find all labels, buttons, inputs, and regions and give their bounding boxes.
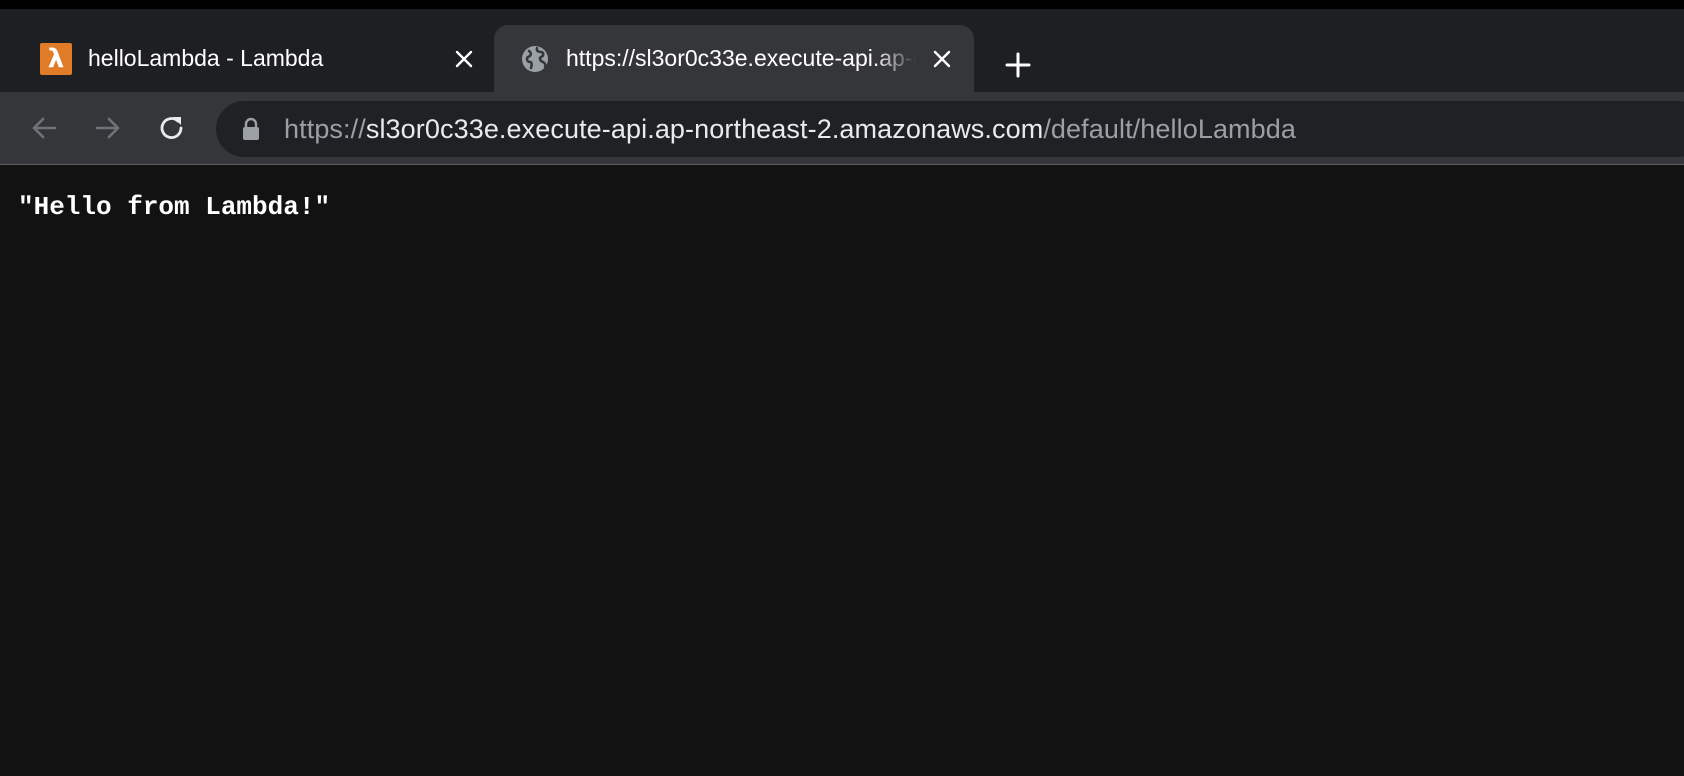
url-scheme: https://	[284, 113, 366, 144]
tab-title: helloLambda - Lambda	[88, 45, 324, 71]
browser-window: λ helloLambda - Lambda https://sl3or0c33…	[0, 0, 1684, 776]
forward-button[interactable]	[90, 110, 126, 146]
close-tab-button[interactable]	[450, 45, 478, 73]
arrow-left-icon	[32, 117, 57, 139]
new-tab-button[interactable]	[1000, 47, 1036, 83]
tab-strip: λ helloLambda - Lambda https://sl3or0c33…	[0, 9, 1684, 92]
tab-title: https://sl3or0c33e.execute-api.ap-northe…	[566, 45, 916, 71]
response-body: "Hello from Lambda!"	[18, 192, 331, 222]
tab-api-gateway[interactable]: https://sl3or0c33e.execute-api.ap-northe…	[494, 25, 974, 92]
url-host: sl3or0c33e.execute-api.ap-northeast-2.am…	[365, 113, 1044, 144]
close-icon	[933, 50, 951, 67]
address-bar[interactable]: https://sl3or0c33e.execute-api.ap-northe…	[216, 101, 1684, 157]
close-tab-button[interactable]	[928, 45, 956, 73]
lock-icon[interactable]	[240, 117, 262, 141]
arrow-right-icon	[95, 117, 120, 139]
url-path: /default/helloLambda	[1043, 113, 1296, 144]
window-top-edge	[0, 0, 1684, 9]
reload-button[interactable]	[154, 110, 190, 146]
reload-icon	[160, 117, 183, 139]
browser-toolbar: https://sl3or0c33e.execute-api.ap-northe…	[0, 92, 1684, 165]
plus-icon	[1005, 52, 1031, 78]
globe-icon	[522, 45, 548, 72]
tab-hello-lambda[interactable]: λ helloLambda - Lambda	[24, 25, 494, 92]
back-button[interactable]	[26, 110, 62, 146]
close-icon	[455, 50, 473, 67]
page-content: "Hello from Lambda!"	[0, 165, 1684, 776]
url-text[interactable]: https://sl3or0c33e.execute-api.ap-northe…	[284, 114, 1296, 145]
aws-lambda-icon: λ	[40, 42, 72, 75]
